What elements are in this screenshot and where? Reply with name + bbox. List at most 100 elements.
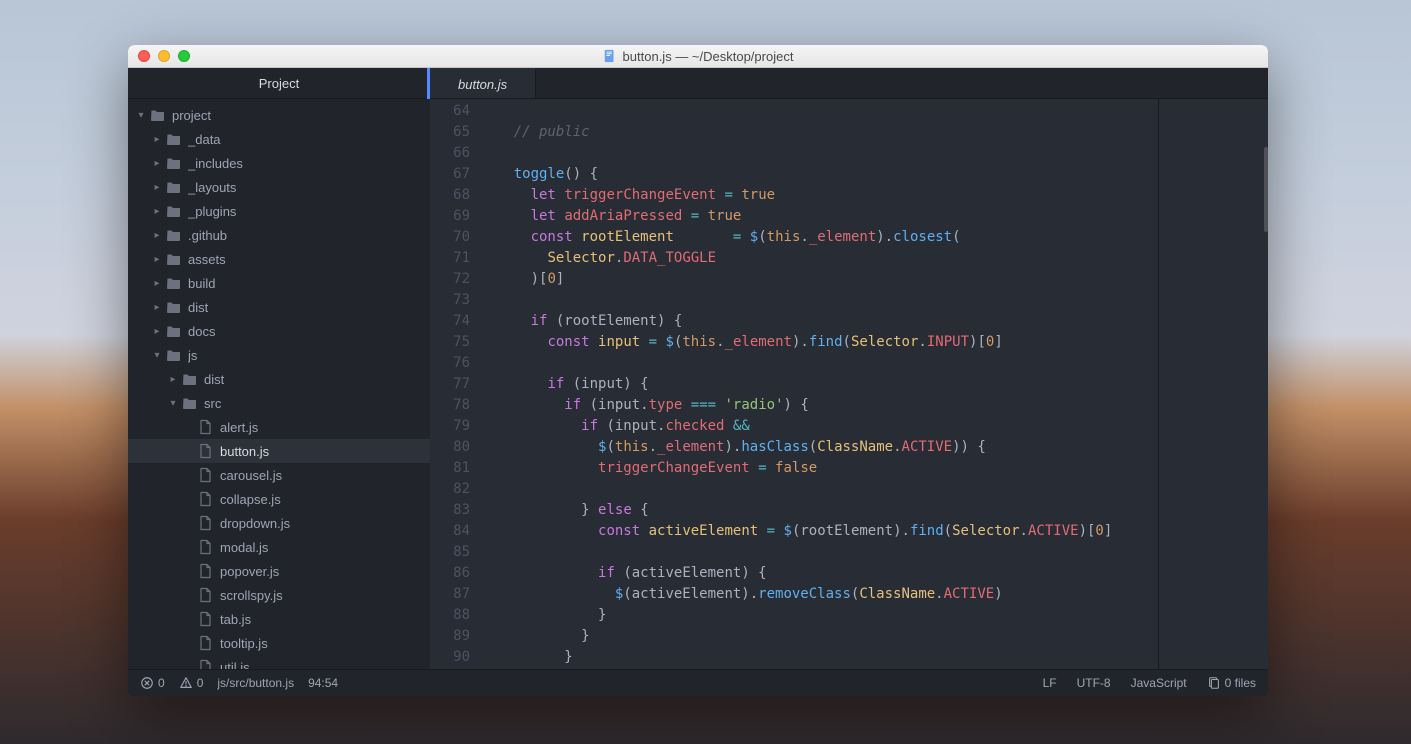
- tree-file-carousel-js[interactable]: carousel.js: [128, 463, 430, 487]
- tree-file-tab-js[interactable]: tab.js: [128, 607, 430, 631]
- minimap[interactable]: [1158, 99, 1268, 669]
- folder-icon: [166, 179, 182, 195]
- tree-item-label: alert.js: [220, 420, 258, 435]
- tree-file-collapse-js[interactable]: collapse.js: [128, 487, 430, 511]
- tree-item-label: scrollspy.js: [220, 588, 283, 603]
- close-window-button[interactable]: [138, 50, 150, 62]
- tree-folder-assets[interactable]: ▸ assets: [128, 247, 430, 271]
- tree-item-label: popover.js: [220, 564, 279, 579]
- file-icon: [198, 563, 214, 579]
- file-icon: [198, 611, 214, 627]
- tree-folder-docs[interactable]: ▸ docs: [128, 319, 430, 343]
- tree-item-label: src: [204, 396, 221, 411]
- status-encoding[interactable]: UTF-8: [1077, 676, 1111, 690]
- folder-icon: [166, 131, 182, 147]
- chevron-right-icon: ▸: [168, 374, 178, 385]
- status-errors[interactable]: 0: [140, 676, 165, 690]
- tree-file-modal-js[interactable]: modal.js: [128, 535, 430, 559]
- tree-item-label: docs: [188, 324, 215, 339]
- sidebar: Project ▾project▸_data▸_includes▸_layout…: [128, 68, 430, 669]
- chevron-right-icon: ▸: [152, 134, 162, 145]
- tree-item-label: dist: [188, 300, 208, 315]
- tree-item-label: assets: [188, 252, 226, 267]
- tree-folder-dist[interactable]: ▸ dist: [128, 295, 430, 319]
- minimize-window-button[interactable]: [158, 50, 170, 62]
- tree-file-tooltip-js[interactable]: tooltip.js: [128, 631, 430, 655]
- file-icon: [198, 635, 214, 651]
- warning-icon: [179, 676, 193, 690]
- tree-folder-build[interactable]: ▸build: [128, 271, 430, 295]
- chevron-down-icon: ▾: [152, 350, 162, 361]
- tree-file-alert-js[interactable]: alert.js: [128, 415, 430, 439]
- tree-item-label: dist: [204, 372, 224, 387]
- tree-folder--layouts[interactable]: ▸_layouts: [128, 175, 430, 199]
- status-warnings[interactable]: 0: [179, 676, 204, 690]
- status-files[interactable]: 0 files: [1207, 676, 1256, 690]
- file-icon: [198, 419, 214, 435]
- tab-button-js[interactable]: button.js: [430, 68, 536, 98]
- file-icon: [198, 515, 214, 531]
- tree-item-label: tooltip.js: [220, 636, 268, 651]
- tree-item-label: project: [172, 108, 211, 123]
- folder-icon: [166, 299, 182, 315]
- tree-folder-dist[interactable]: ▸ dist: [128, 367, 430, 391]
- folder-icon: [150, 107, 166, 123]
- tree-folder--includes[interactable]: ▸_includes: [128, 151, 430, 175]
- sidebar-tab-project[interactable]: Project: [128, 68, 430, 99]
- window-controls: [138, 50, 190, 62]
- folder-icon: [166, 203, 182, 219]
- tree-item-label: carousel.js: [220, 468, 282, 483]
- tree-item-label: _plugins: [188, 204, 236, 219]
- tree-folder-project[interactable]: ▾project: [128, 103, 430, 127]
- tree-folder--data[interactable]: ▸ _data: [128, 127, 430, 151]
- folder-icon: [166, 227, 182, 243]
- files-icon: [1207, 676, 1221, 690]
- file-tree[interactable]: ▾project▸_data▸_includes▸_layouts▸_plugi…: [128, 99, 430, 669]
- sidebar-header-label: Project: [259, 76, 299, 91]
- chevron-right-icon: ▸: [152, 254, 162, 265]
- folder-icon: [166, 251, 182, 267]
- tree-folder-js[interactable]: ▾ js: [128, 343, 430, 367]
- status-file-path[interactable]: js/src/button.js: [217, 676, 294, 690]
- file-icon: [198, 467, 214, 483]
- tree-file-scrollspy-js[interactable]: scrollspy.js: [128, 583, 430, 607]
- chevron-right-icon: ▸: [152, 230, 162, 241]
- editor-window: button.js — ~/Desktop/project Project ▾p…: [128, 45, 1268, 696]
- chevron-right-icon: ▸: [152, 326, 162, 337]
- tree-file-popover-js[interactable]: popover.js: [128, 559, 430, 583]
- tree-folder--plugins[interactable]: ▸ _plugins: [128, 199, 430, 223]
- status-cursor-position[interactable]: 94:54: [308, 676, 338, 690]
- chevron-right-icon: ▸: [152, 302, 162, 313]
- folder-icon: [166, 275, 182, 291]
- file-icon: [198, 659, 214, 669]
- folder-icon: [182, 371, 198, 387]
- tree-item-label: collapse.js: [220, 492, 281, 507]
- folder-icon: [166, 347, 182, 363]
- chevron-down-icon: ▾: [168, 398, 178, 409]
- tree-folder--github[interactable]: ▸.github: [128, 223, 430, 247]
- tree-item-label: js: [188, 348, 197, 363]
- chevron-right-icon: ▸: [152, 206, 162, 217]
- tree-item-label: _includes: [188, 156, 243, 171]
- editor-pane: button.js 646566676869707172737475767778…: [430, 68, 1268, 669]
- zoom-window-button[interactable]: [178, 50, 190, 62]
- tree-item-label: _data: [188, 132, 221, 147]
- status-language[interactable]: JavaScript: [1131, 676, 1187, 690]
- tree-item-label: tab.js: [220, 612, 251, 627]
- window-title: button.js — ~/Desktop/project: [603, 49, 794, 64]
- file-icon: [198, 539, 214, 555]
- window-title-text: button.js — ~/Desktop/project: [623, 49, 794, 64]
- tree-item-label: modal.js: [220, 540, 268, 555]
- code-content[interactable]: // public toggle() { let triggerChangeEv…: [480, 99, 1158, 669]
- folder-icon: [166, 155, 182, 171]
- file-type-icon: [603, 49, 617, 63]
- tree-folder-src[interactable]: ▾ src: [128, 391, 430, 415]
- code-editor[interactable]: 6465666768697071727374757677787980818283…: [430, 99, 1268, 669]
- tree-file-util-js[interactable]: util.js: [128, 655, 430, 669]
- chevron-right-icon: ▸: [152, 182, 162, 193]
- error-icon: [140, 676, 154, 690]
- status-eol[interactable]: LF: [1043, 676, 1057, 690]
- tree-file-dropdown-js[interactable]: dropdown.js: [128, 511, 430, 535]
- tree-file-button-js[interactable]: button.js: [128, 439, 430, 463]
- tab-label: button.js: [458, 77, 507, 92]
